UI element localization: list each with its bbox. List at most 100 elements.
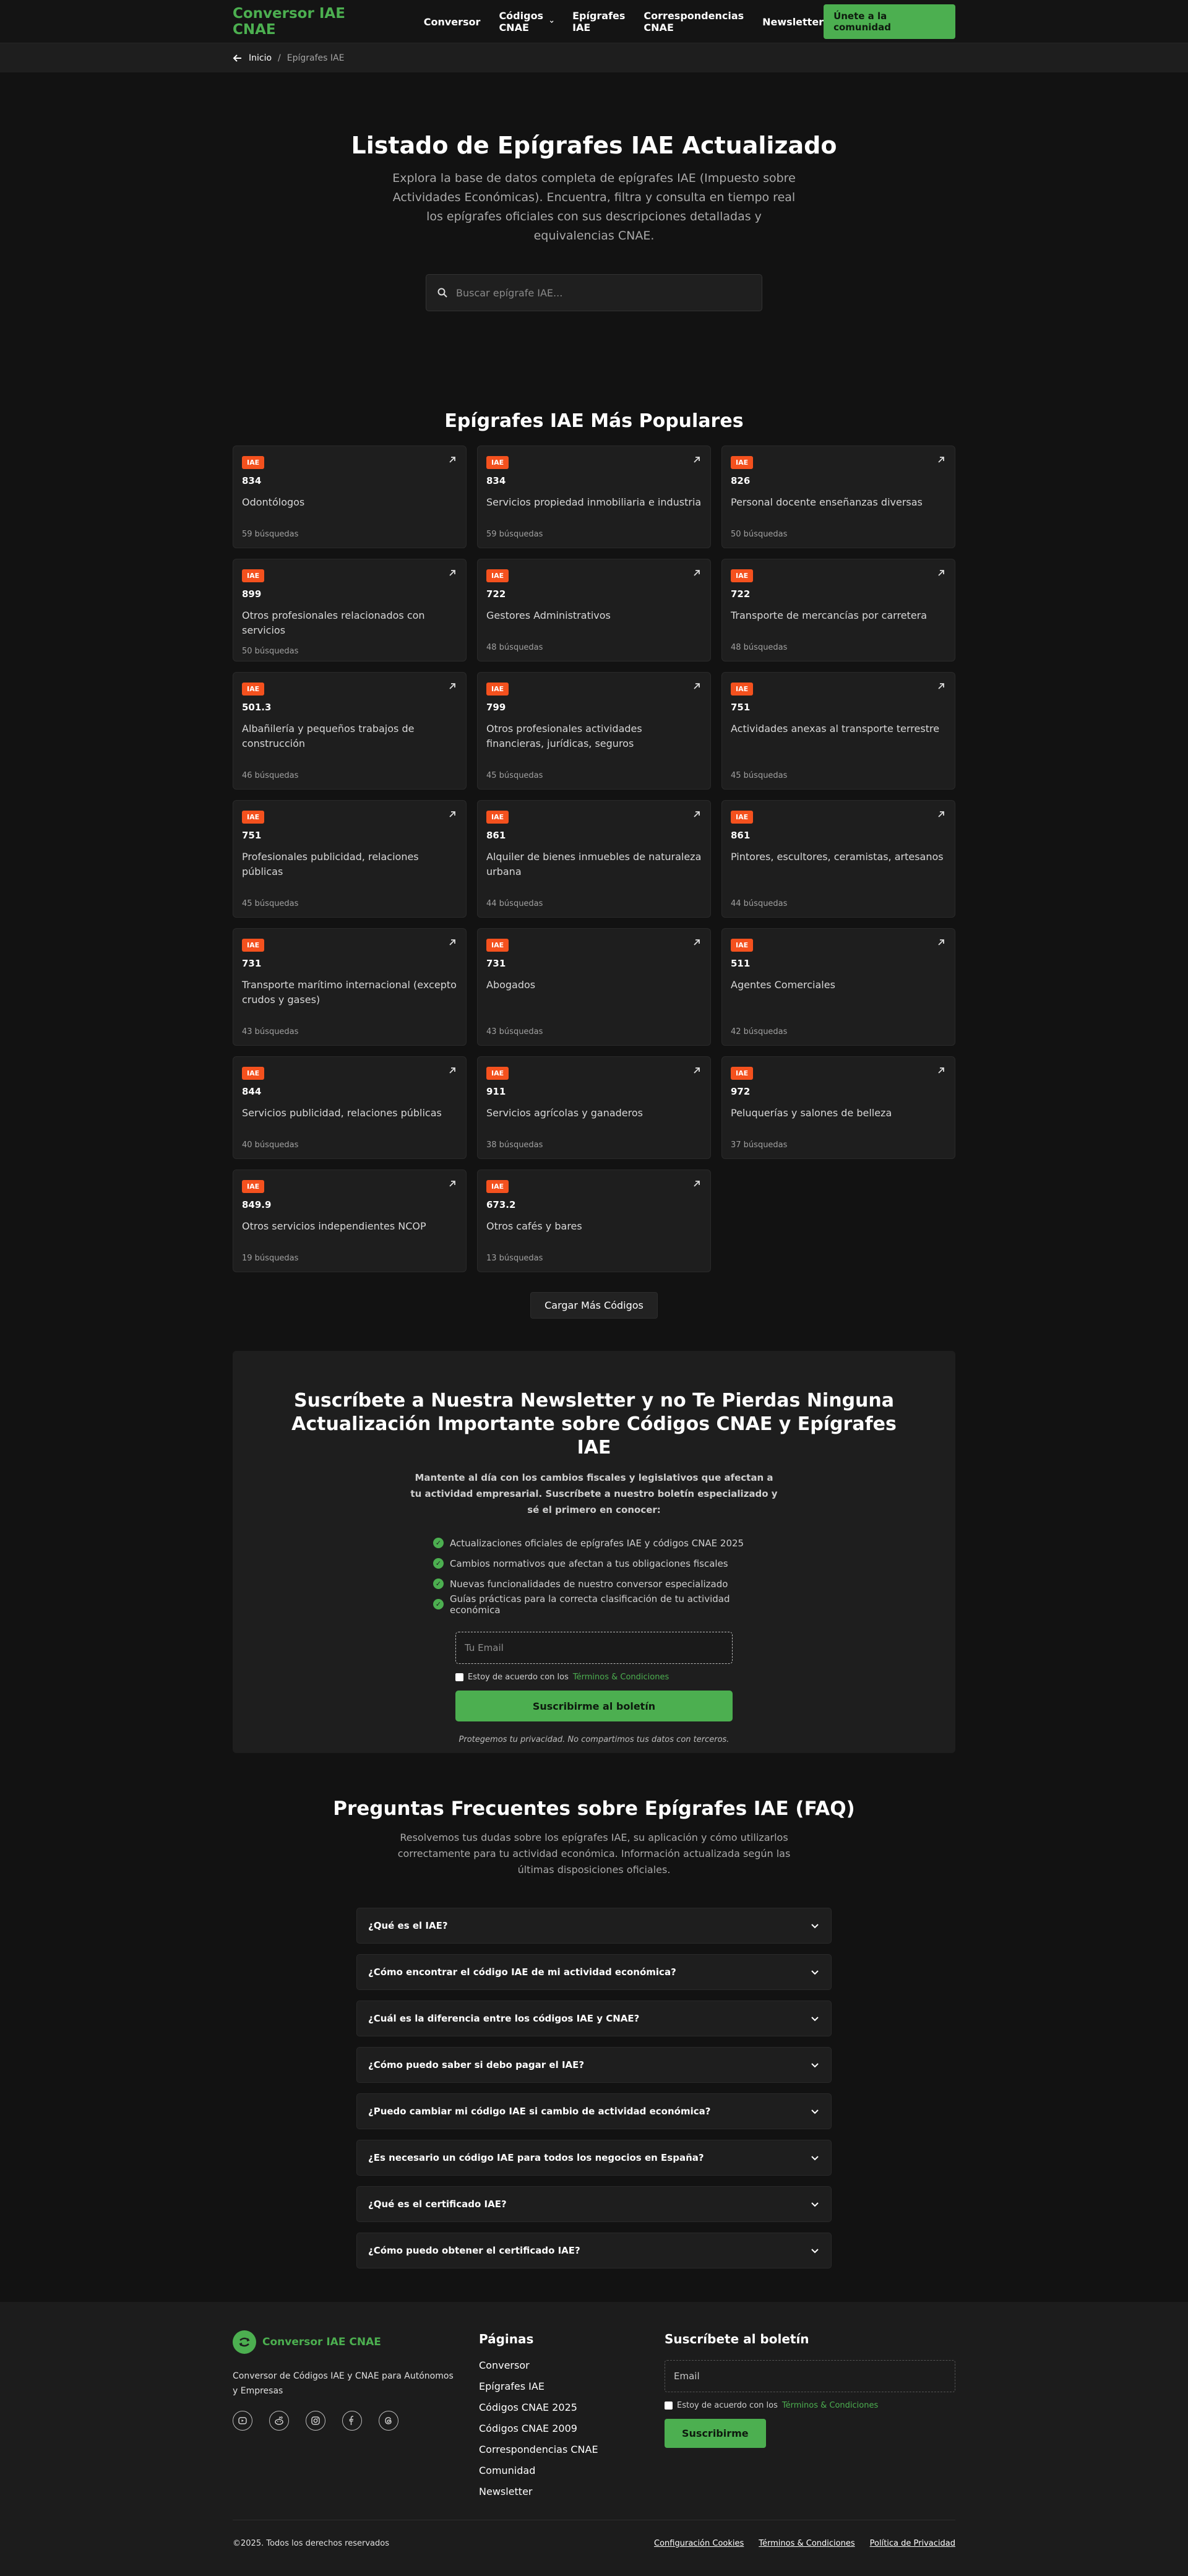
footer-email-field[interactable] xyxy=(665,2360,955,2392)
iae-card[interactable]: IAE 834 Servicios propiedad inmobiliaria e… xyxy=(477,446,711,548)
iae-card[interactable]: IAE 911 Servicios agrícolas y ganaderos 38 … xyxy=(477,1056,711,1159)
search-icon xyxy=(437,288,447,298)
search-count: 37 búsquedas xyxy=(731,1140,788,1150)
external-arrow-icon xyxy=(449,570,455,576)
faq-item[interactable]: ¿Cuál es la diferencia entre los códigos… xyxy=(356,2001,832,2036)
iae-badge: IAE xyxy=(242,939,265,952)
threads-icon[interactable] xyxy=(379,2411,398,2431)
faq-question: ¿Cómo puedo obtener el certificado IAE? xyxy=(368,2245,580,2256)
footer-page-link[interactable]: Códigos CNAE 2009 xyxy=(479,2418,598,2439)
iae-card[interactable]: IAE 673.2 Otros cafés y bares 13 búsquedas xyxy=(477,1170,711,1272)
footer-terms-link[interactable]: Términos & Condiciones xyxy=(782,2401,878,2410)
iae-code: 861 xyxy=(731,830,751,841)
iae-card[interactable]: IAE 972 Peluquerías y salones de belleza 37… xyxy=(721,1056,955,1159)
check-icon: ✓ xyxy=(433,1579,444,1589)
benefit-text: Guías prácticas para la correcta clasifi… xyxy=(450,1593,730,1616)
faq-item[interactable]: ¿Qué es el certificado IAE? xyxy=(356,2186,832,2222)
nav-conversor[interactable]: Conversor xyxy=(424,10,481,33)
iae-code: 511 xyxy=(731,958,751,969)
footer-bottom-bar: ©2025. Todos los derechos reservados Con… xyxy=(233,2520,955,2548)
iae-description: Alquiler de bienes inmuebles de naturale… xyxy=(486,851,702,877)
instagram-icon[interactable] xyxy=(306,2411,325,2431)
iae-card[interactable]: IAE 799 Otros profesionales actividades fi… xyxy=(477,672,711,790)
iae-code: 751 xyxy=(731,702,751,713)
footer-subscribe-button[interactable]: Suscribirme xyxy=(665,2419,766,2448)
privacy-policy-link[interactable]: Política de Privacidad xyxy=(870,2539,955,2548)
iae-description: Servicios publicidad, relaciones pública… xyxy=(242,1107,442,1119)
faq-item[interactable]: ¿Es necesario un código IAE para todos l… xyxy=(356,2140,832,2176)
iae-code: 861 xyxy=(486,830,506,841)
search-count: 48 búsquedas xyxy=(731,643,788,652)
iae-description: Servicios propiedad inmobiliaria e indus… xyxy=(486,496,702,508)
back-arrow-icon[interactable] xyxy=(233,53,243,63)
footer: Conversor IAE CNAE Conversor de Códigos … xyxy=(0,2302,1188,2576)
footer-page-link[interactable]: Códigos CNAE 2025 xyxy=(479,2397,598,2418)
newsletter-submit-button[interactable]: Suscribirme al boletín xyxy=(455,1691,733,1721)
faq-item[interactable]: ¿Qué es el IAE? xyxy=(356,1908,832,1944)
iae-card[interactable]: IAE 722 Gestores Administrativos 48 búsqued… xyxy=(477,559,711,661)
iae-card[interactable]: IAE 849.9 Otros servicios independientes N… xyxy=(233,1170,467,1272)
youtube-icon[interactable] xyxy=(233,2411,252,2431)
privacy-note: Protegemos tu privacidad. No compartimos… xyxy=(458,1735,730,1744)
load-more-button[interactable]: Cargar Más Códigos xyxy=(530,1292,658,1319)
nav-newsletter[interactable]: Newsletter xyxy=(762,10,824,33)
footer-logo[interactable]: Conversor IAE CNAE xyxy=(233,2330,455,2354)
nav-codigos-cnae[interactable]: Códigos CNAE xyxy=(499,10,554,33)
footer-page-link[interactable]: Conversor xyxy=(479,2355,598,2376)
terms-checkbox[interactable] xyxy=(455,1673,463,1681)
nav-codigos-cnae-label: Códigos CNAE xyxy=(499,10,544,33)
faq-item[interactable]: ¿Cómo encontrar el código IAE de mi acti… xyxy=(356,1954,832,1990)
iae-card[interactable]: IAE 501.3 Albañilería y pequeños trabajos … xyxy=(233,672,467,790)
iae-description: Otros servicios independientes NCOP xyxy=(242,1220,426,1232)
newsletter-email-field[interactable] xyxy=(455,1632,733,1664)
benefit-item: ✓ Nuevas funcionalidades de nuestro conve… xyxy=(433,1574,755,1594)
iae-card[interactable]: IAE 731 Abogados 43 búsquedas xyxy=(477,928,711,1046)
iae-card[interactable]: IAE 861 Alquiler de bienes inmuebles de na… xyxy=(477,800,711,918)
iae-code: 849.9 xyxy=(242,1199,272,1210)
faq-item[interactable]: ¿Cómo puedo saber si debo pagar el IAE? xyxy=(356,2047,832,2083)
chevron-down-icon xyxy=(811,2109,819,2114)
breadcrumb-home[interactable]: Inicio xyxy=(249,53,272,63)
iae-card[interactable]: IAE 861 Pintores, escultores, ceramistas, … xyxy=(721,800,955,918)
facebook-icon[interactable] xyxy=(342,2411,362,2431)
faq-item[interactable]: ¿Puedo cambiar mi código IAE si cambio d… xyxy=(356,2093,832,2129)
cookies-settings-link[interactable]: Configuración Cookies xyxy=(654,2539,744,2548)
iae-description: Odontólogos xyxy=(242,496,305,508)
terms-agreement: Estoy de acuerdo con los Términos & Cond… xyxy=(455,1673,733,1682)
nav-correspondencias[interactable]: Correspondencias CNAE xyxy=(644,10,744,33)
brand-logo[interactable]: Conversor IAE CNAE xyxy=(233,6,390,38)
benefit-text: Nuevas funcionalidades de nuestro conver… xyxy=(450,1578,728,1590)
terms-conditions-link[interactable]: Términos & Condiciones xyxy=(759,2539,854,2548)
reddit-icon[interactable] xyxy=(269,2411,289,2431)
footer-pages-list: Conversor Epígrafes IAE Códigos CNAE 2025 C… xyxy=(479,2355,598,2502)
iae-card[interactable]: IAE 826 Personal docente enseñanzas divers… xyxy=(721,446,955,548)
benefit-item: ✓ Cambios normativos que afectan a tus ob… xyxy=(433,1553,755,1574)
footer-tagline: Conversor de Códigos IAE y CNAE para Aut… xyxy=(233,2371,454,2396)
footer-page-link[interactable]: Newsletter xyxy=(479,2481,598,2502)
iae-card[interactable]: IAE 844 Servicios publicidad, relaciones p… xyxy=(233,1056,467,1159)
faq-question: ¿Es necesario un código IAE para todos l… xyxy=(368,2152,704,2163)
iae-card[interactable]: IAE 751 Actividades anexas al transporte t… xyxy=(721,672,955,790)
iae-badge: IAE xyxy=(486,1067,509,1080)
iae-card[interactable]: IAE 511 Agentes Comerciales 42 búsquedas xyxy=(721,928,955,1046)
footer-page-link[interactable]: Epígrafes IAE xyxy=(479,2376,598,2397)
iae-card[interactable]: IAE 834 Odontólogos 59 búsquedas xyxy=(233,446,467,548)
search-count: 40 búsquedas xyxy=(242,1140,299,1150)
iae-card[interactable]: IAE 731 Transporte marítimo internacional … xyxy=(233,928,467,1046)
iae-card[interactable]: IAE 899 Otros profesionales relacionados c… xyxy=(233,559,467,661)
iae-code: 799 xyxy=(486,702,506,713)
legal-links: Configuración Cookies Términos & Condici… xyxy=(654,2539,955,2548)
search-input[interactable] xyxy=(456,286,751,299)
faq-item[interactable]: ¿Cómo puedo obtener el certificado IAE? xyxy=(356,2233,832,2268)
footer-page-link[interactable]: Correspondencias CNAE xyxy=(479,2439,598,2460)
iae-card[interactable]: IAE 751 Profesionales publicidad, relacion… xyxy=(233,800,467,918)
terms-link[interactable]: Términos & Condiciones xyxy=(573,1673,669,1682)
footer-terms-checkbox[interactable] xyxy=(665,2402,673,2410)
join-community-button[interactable]: Únete a la comunidad xyxy=(824,4,955,39)
footer-page-link[interactable]: Comunidad xyxy=(479,2460,598,2481)
iae-description: Peluquerías y salones de belleza xyxy=(731,1107,892,1119)
iae-card[interactable]: IAE 722 Transporte de mercancías por carre… xyxy=(721,559,955,661)
external-arrow-icon xyxy=(449,683,455,689)
nav-epigrafes-iae[interactable]: Epígrafes IAE xyxy=(572,10,625,33)
chevron-down-icon xyxy=(549,20,554,24)
